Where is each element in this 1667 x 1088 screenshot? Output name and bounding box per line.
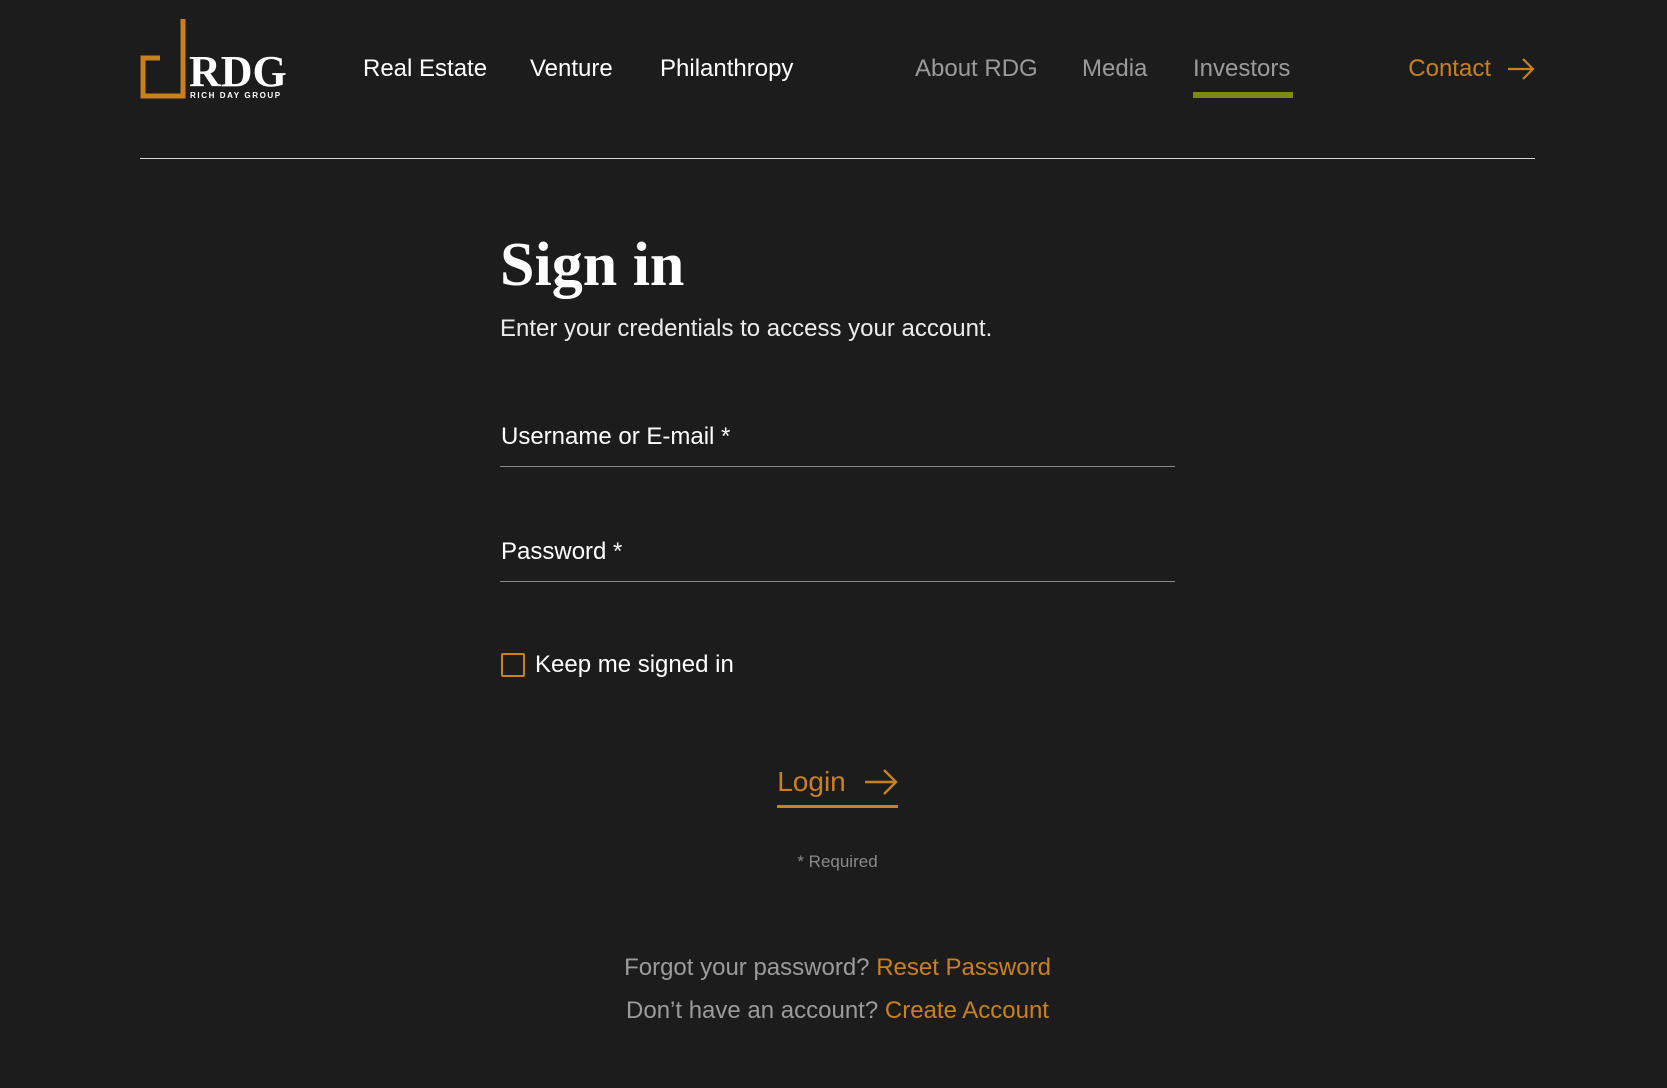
page-title: Sign in [500, 231, 685, 299]
nav-venture[interactable]: Venture [530, 54, 613, 84]
active-nav-indicator [1193, 92, 1294, 98]
nav-media[interactable]: Media [1082, 54, 1147, 84]
forgot-password-line: Forgot your password? Reset Password [500, 953, 1175, 983]
arrow-right-icon [1508, 58, 1535, 80]
password-input[interactable] [500, 522, 1175, 581]
nav-about-rdg[interactable]: About RDG [915, 54, 1038, 84]
login-button[interactable]: Login [777, 765, 898, 808]
page: RDG RICH DAY GROUP Real Estate Venture P… [0, 0, 1667, 1088]
signin-form: Sign in Enter your credentials to access… [500, 225, 1175, 1024]
required-note: * Required [797, 852, 878, 871]
nav-philanthropy[interactable]: Philanthropy [660, 54, 793, 84]
username-input[interactable] [500, 407, 1175, 466]
nav-real-estate[interactable]: Real Estate [363, 54, 487, 84]
no-account-prompt: Don’t have an account? [626, 997, 879, 1024]
logo-subtitle: RICH DAY GROUP [190, 91, 282, 100]
arrow-right-icon [864, 769, 898, 795]
login-label: Login [777, 766, 846, 797]
forgot-password-prompt: Forgot your password? [624, 954, 870, 981]
page-subtitle: Enter your credentials to access your ac… [500, 315, 993, 342]
keep-signed-in-checkbox[interactable] [501, 653, 525, 677]
logo-bracket-icon [140, 19, 186, 99]
logo-text: RDG [189, 47, 287, 96]
site-header: RDG RICH DAY GROUP Real Estate Venture P… [140, 0, 1535, 160]
header-divider [140, 158, 1535, 159]
nav-investors-label: Investors [1193, 55, 1291, 82]
password-field: Password * [500, 522, 1175, 582]
nav-investors[interactable]: Investors [1193, 54, 1294, 98]
create-account-line: Don’t have an account? Create Account [500, 996, 1175, 1026]
logo-link[interactable]: RDG RICH DAY GROUP [140, 18, 290, 102]
create-account-link[interactable]: Create Account [885, 997, 1049, 1024]
keep-signed-in-row[interactable]: Keep me signed in [501, 650, 734, 680]
keep-signed-in-label: Keep me signed in [535, 651, 734, 678]
contact-link[interactable]: Contact [1408, 54, 1535, 84]
login-container: Login [500, 765, 1175, 808]
reset-password-link[interactable]: Reset Password [876, 954, 1051, 981]
contact-label: Contact [1408, 55, 1491, 82]
username-field: Username or E-mail * [500, 407, 1175, 467]
